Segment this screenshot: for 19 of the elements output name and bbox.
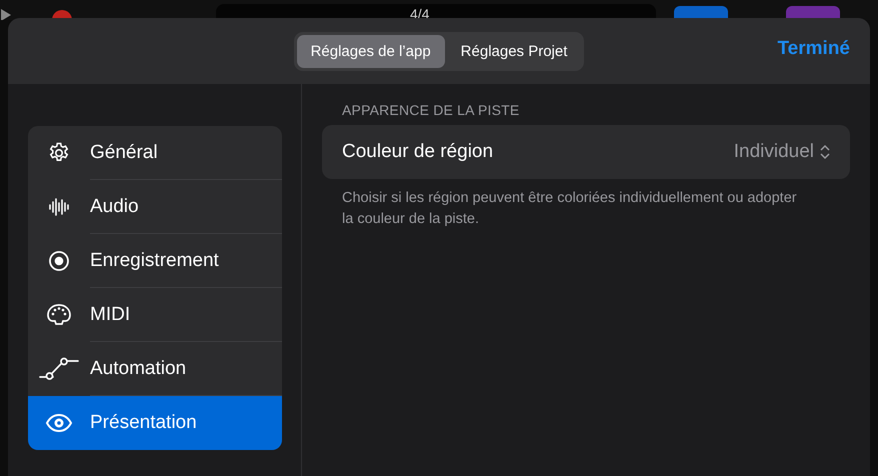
row-label: Couleur de région — [342, 141, 494, 163]
sidebar-item[interactable]: MIDI — [28, 288, 282, 342]
sidebar-item[interactable]: Enregistrement — [28, 234, 282, 288]
sidebar-item[interactable]: Présentation — [28, 396, 282, 450]
play-icon[interactable] — [0, 8, 12, 20]
sidebar-item[interactable]: Général — [28, 126, 282, 180]
popup-button[interactable]: Individuel — [734, 141, 830, 163]
record-icon — [48, 250, 70, 272]
eye-icon — [45, 413, 73, 433]
midi-port-icon — [46, 303, 72, 327]
sidebar-item[interactable]: Audio — [28, 180, 282, 234]
segment-tab[interactable]: Réglages de l’app — [296, 34, 445, 68]
section-heading: APPARENCE DE LA PISTE — [342, 102, 520, 118]
done-button[interactable]: Terminé — [777, 38, 850, 60]
chevron-up-down-icon — [820, 144, 830, 160]
sidebar-item[interactable]: Automation — [28, 342, 282, 396]
section-footer: Choisir si les région peuvent être coloriées individuellement ou adopter la couleur de la piste. — [342, 188, 802, 230]
automation-curve-icon — [39, 357, 79, 381]
segment-tab[interactable]: Réglages Projet — [446, 34, 582, 68]
